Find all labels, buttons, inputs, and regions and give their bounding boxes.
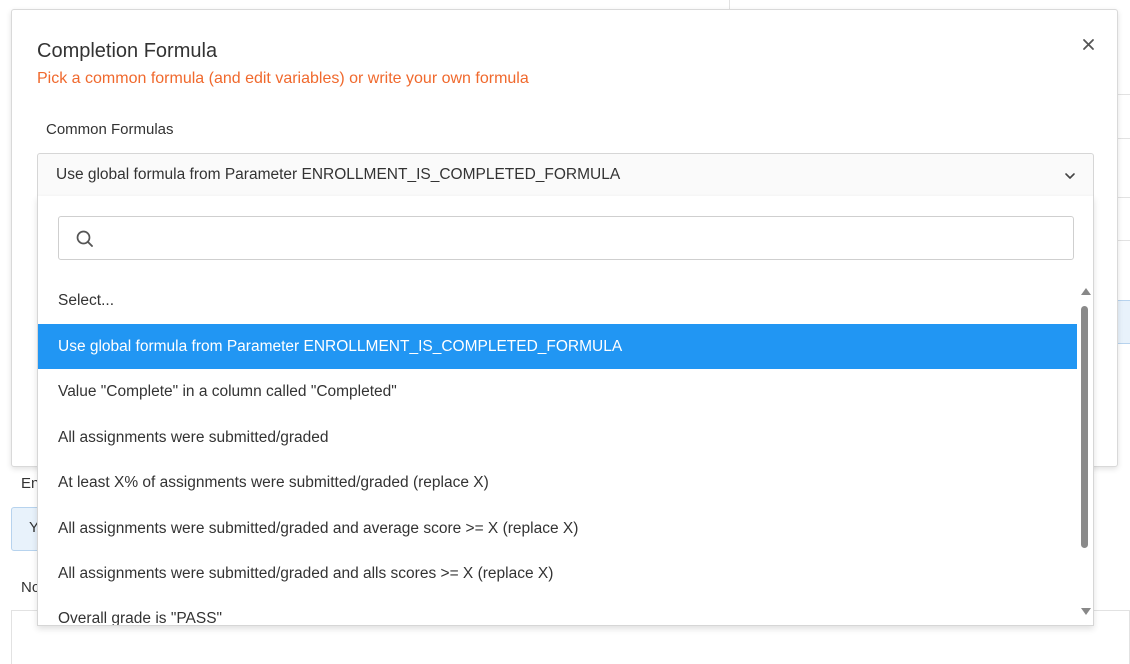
background-divider: [1118, 197, 1130, 198]
option-all-assignments[interactable]: All assignments were submitted/graded: [38, 415, 1077, 460]
option-at-least-x-percent[interactable]: At least X% of assignments were submitte…: [38, 460, 1077, 505]
scrollbar[interactable]: [1078, 286, 1092, 620]
background-divider: [1118, 240, 1130, 241]
modal-subtitle: Pick a common formula (and edit variable…: [37, 70, 529, 87]
common-formulas-label: Common Formulas: [46, 121, 174, 138]
option-value-complete[interactable]: Value "Complete" in a column called "Com…: [38, 369, 1077, 414]
option-overall-grade[interactable]: Overall grade is "PASS": [38, 596, 1077, 625]
close-button[interactable]: [1080, 36, 1098, 54]
close-icon: [1083, 39, 1094, 50]
select-value: Use global formula from Parameter ENROLL…: [56, 166, 621, 183]
modal-title: Completion Formula: [37, 40, 218, 62]
scroll-down-arrow-icon[interactable]: [1081, 608, 1091, 615]
background-divider: [1118, 138, 1130, 139]
search-box[interactable]: [58, 216, 1074, 260]
chevron-down-icon: [1065, 173, 1075, 179]
scroll-up-arrow-icon[interactable]: [1081, 288, 1091, 295]
background-divider: [1118, 94, 1130, 95]
option-all-scores[interactable]: All assignments were submitted/graded an…: [38, 551, 1077, 596]
search-icon: [76, 230, 93, 247]
option-average-score[interactable]: All assignments were submitted/graded an…: [38, 506, 1077, 551]
common-formulas-select[interactable]: Use global formula from Parameter ENROLL…: [37, 153, 1094, 197]
option-global-formula[interactable]: Use global formula from Parameter ENROLL…: [38, 324, 1077, 369]
formula-dropdown: Select... Use global formula from Parame…: [37, 196, 1094, 626]
option-select[interactable]: Select...: [38, 278, 1077, 323]
search-input[interactable]: [105, 225, 1059, 253]
scrollbar-thumb[interactable]: [1081, 306, 1088, 548]
background-highlight-row: [1118, 300, 1130, 344]
